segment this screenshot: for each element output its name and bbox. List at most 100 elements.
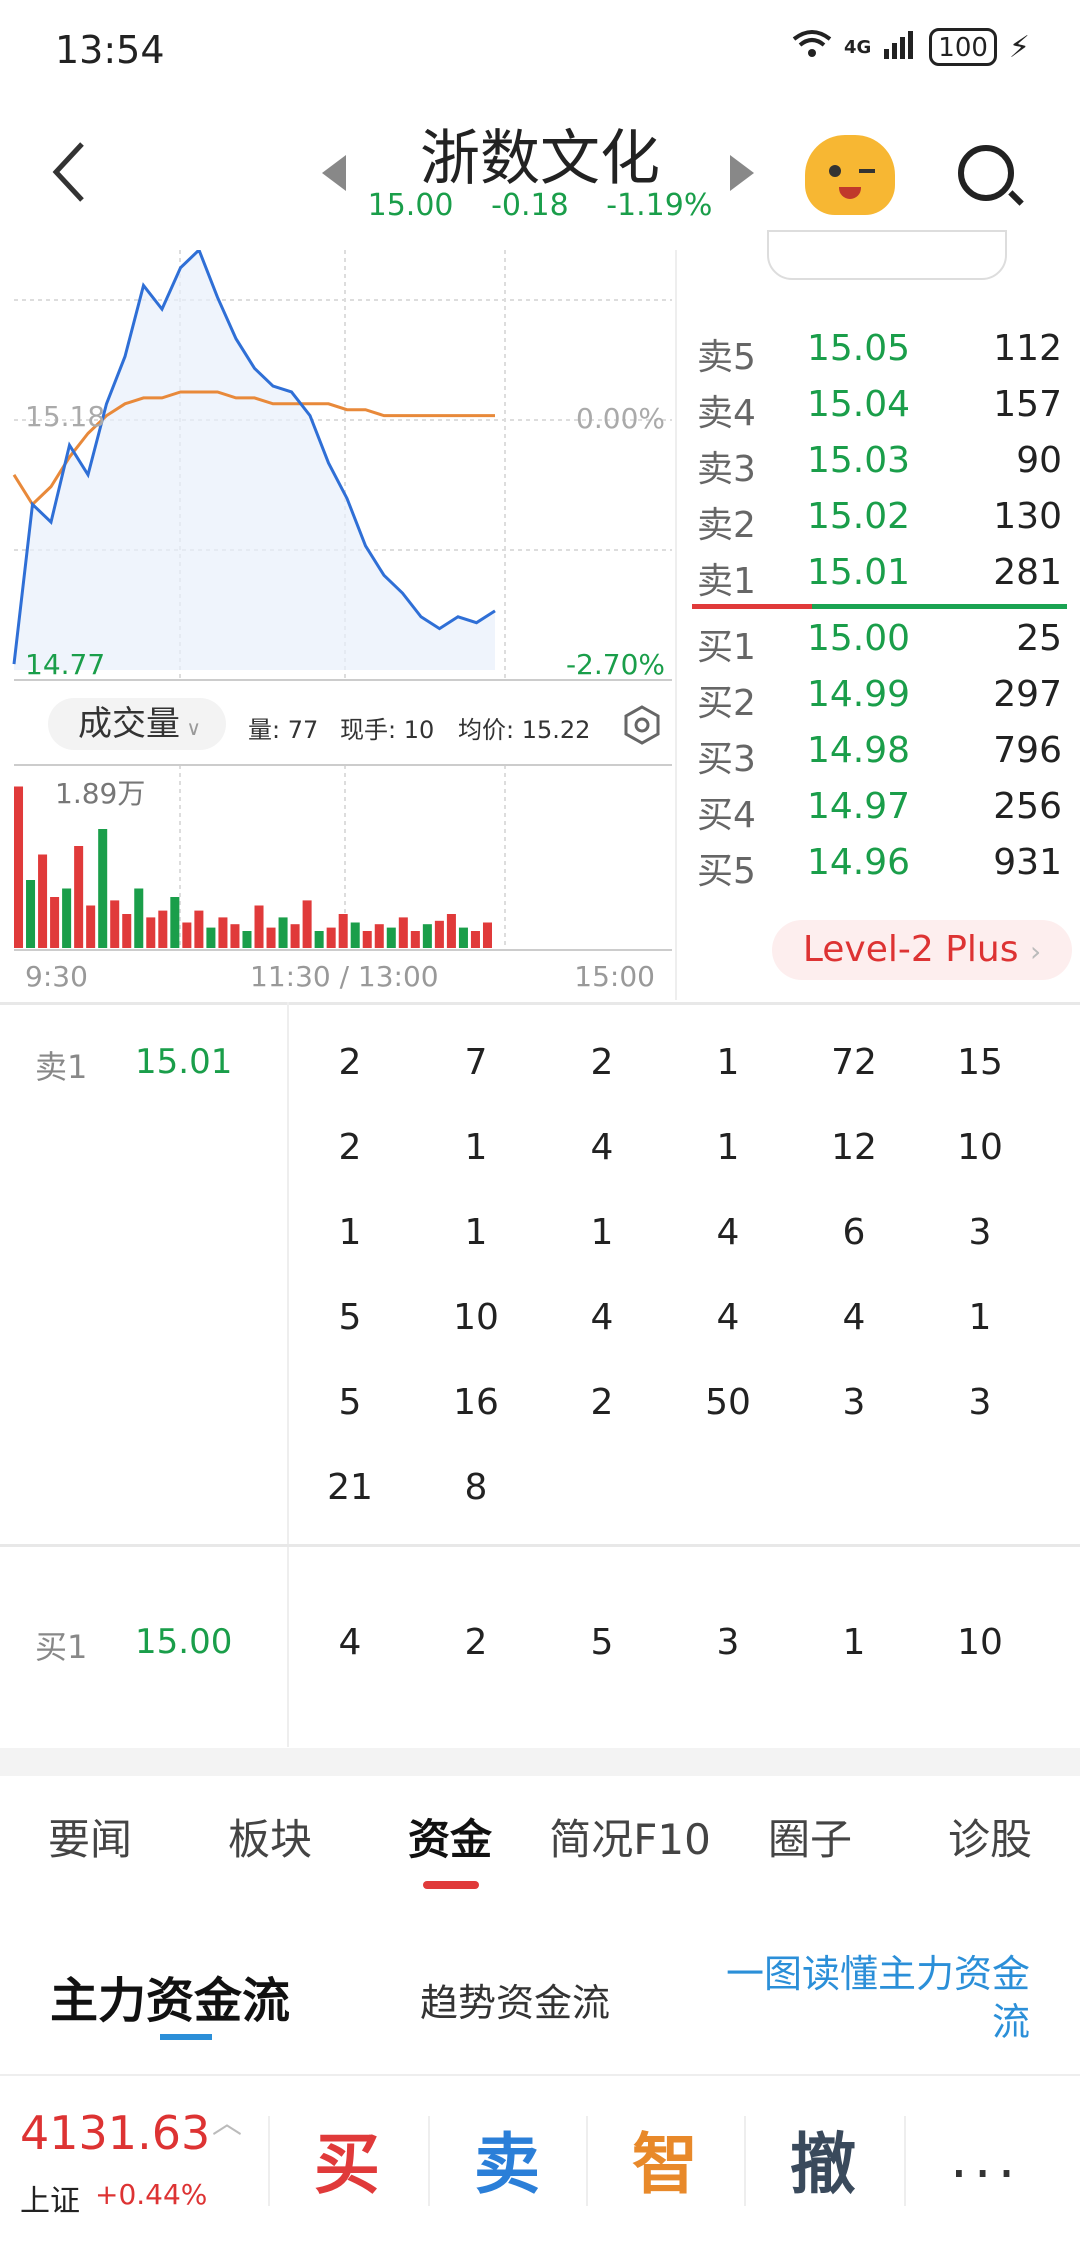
search-icon[interactable]: [958, 145, 1014, 201]
sell-row[interactable]: 卖3 15.03 90: [697, 440, 1077, 496]
sell-row[interactable]: 卖1 15.01 281: [697, 552, 1077, 608]
sell-price: 15.01: [807, 552, 911, 593]
status-time: 13:54: [55, 28, 165, 72]
wifi-icon: [792, 29, 832, 66]
active-tab-indicator: [423, 1881, 479, 1889]
volume-bar: [398, 917, 408, 948]
stock-title: 浙数文化: [420, 124, 660, 194]
tab-diagnosis[interactable]: 诊股: [930, 1806, 1050, 1867]
queue-cell: 10: [957, 1622, 1003, 1663]
volume-bar: [302, 900, 312, 948]
volume-bar: [254, 905, 264, 948]
volume-bar: [38, 854, 48, 948]
y-axis-top-price: 15.18: [25, 400, 106, 433]
tab-funds[interactable]: 资金: [390, 1806, 510, 1867]
volume-selector[interactable]: 成交量 ∨: [48, 698, 226, 750]
bottom-action-bar: 4131.63 ︿ 上证 +0.44% 买 卖 智 撤 ...: [0, 2076, 1080, 2244]
order-book[interactable]: 卖5 15.05 112 卖4 15.04 157 卖3 15.03 90 卖2 15.02 130 卖…: [675, 230, 1080, 1000]
queue-cell: 72: [831, 1042, 877, 1083]
volume-bar: [206, 927, 216, 948]
queue-cell: 3: [842, 1382, 866, 1423]
tab-sector[interactable]: 板块: [210, 1806, 330, 1867]
volume-bar: [278, 917, 288, 948]
time-mid: 11:30 / 13:00: [250, 960, 439, 993]
intraday-chart[interactable]: 15.18 14.77 0.00% -2.70% 成交量 ∨ 量: 77 现手:…: [0, 247, 675, 1000]
cancel-order-button[interactable]: 撤: [748, 2111, 898, 2207]
order-queue: 卖1 15.01 2 7 2 1 72 15 2 1 4 1 12 10 1 1 1 4 6 3 5 10 4 4 4 1 5 1…: [0, 1002, 1080, 1762]
more-icon[interactable]: ...: [950, 2126, 1021, 2191]
time-start: 9:30: [25, 960, 88, 993]
orderbook-tab-switch[interactable]: [767, 230, 1007, 280]
tab-profile[interactable]: 简况F10: [540, 1806, 720, 1867]
index-value[interactable]: 4131.63: [20, 2106, 210, 2160]
smart-button[interactable]: 智: [590, 2111, 740, 2207]
queue-cell: 3: [968, 1382, 992, 1423]
fund-flow-guide-link[interactable]: 一图读懂主力资金流: [690, 1950, 1030, 2046]
index-change-pct: +0.44%: [95, 2178, 208, 2211]
index-name: 上证: [20, 2184, 80, 2219]
volume-bar: [314, 931, 324, 948]
mascot-icon[interactable]: [805, 135, 895, 215]
queue-cell: 15: [957, 1042, 1003, 1083]
chevron-up-icon[interactable]: ︿: [212, 2098, 242, 2142]
buy-row[interactable]: 买3 14.98 796: [697, 730, 1077, 786]
queue-sell-label: 卖1: [35, 1048, 88, 1086]
battery-icon: 100: [929, 28, 997, 66]
buy-price: 14.99: [807, 674, 911, 715]
volume-bar: [482, 922, 492, 948]
volume-bar: [182, 922, 192, 948]
next-stock-icon[interactable]: [730, 155, 754, 191]
queue-cell: 4: [338, 1622, 362, 1663]
sell-label: 卖1: [697, 561, 756, 602]
buy-volume: 256: [993, 786, 1062, 827]
sell-row[interactable]: 卖2 15.02 130: [697, 496, 1077, 552]
buy-row[interactable]: 买2 14.99 297: [697, 674, 1077, 730]
queue-cell: 4: [590, 1297, 614, 1338]
buy-button[interactable]: 买: [272, 2111, 422, 2207]
subtab-trend-flow[interactable]: 趋势资金流: [420, 1972, 610, 2027]
info-tabs: 要闻 板块 资金 简况F10 圈子 诊股: [0, 1776, 1080, 1916]
volume-bar: [74, 846, 84, 948]
volume-hand: 现手: 10: [340, 716, 435, 744]
volume-bar: [458, 927, 468, 948]
y-axis-bottom-pct: -2.70%: [565, 648, 665, 681]
queue-cell: 1: [968, 1297, 992, 1338]
sell-button[interactable]: 卖: [432, 2111, 582, 2207]
settings-icon[interactable]: [622, 705, 662, 745]
tab-circle[interactable]: 圈子: [750, 1806, 870, 1867]
fund-flow-subtabs: 主力资金流 趋势资金流 一图读懂主力资金流: [0, 1916, 1080, 2076]
section-divider: [0, 1748, 1080, 1776]
buy-row[interactable]: 买5 14.96 931: [697, 842, 1077, 898]
volume-bar: [98, 829, 108, 948]
volume-max-label: 1.89万: [55, 777, 146, 810]
queue-cell: 4: [716, 1297, 740, 1338]
time-end: 15:00: [574, 960, 655, 993]
buy-row[interactable]: 买1 15.00 25: [697, 618, 1077, 674]
queue-cell: 2: [338, 1042, 362, 1083]
queue-cell: 21: [327, 1467, 373, 1508]
level2-label: Level-2 Plus: [802, 929, 1019, 970]
buy-sell-ratio-bar: [692, 604, 1067, 609]
subtab-main-flow[interactable]: 主力资金流: [50, 1961, 290, 2031]
queue-cell: 7: [464, 1042, 488, 1083]
volume-bar: [350, 922, 360, 948]
volume-bar: [410, 931, 420, 948]
queue-cell: 10: [453, 1297, 499, 1338]
volume-selector-label: 成交量: [78, 704, 180, 744]
sell-row[interactable]: 卖4 15.04 157: [697, 384, 1077, 440]
queue-buy-price: 15.00: [135, 1622, 233, 1662]
sell-row[interactable]: 卖5 15.05 112: [697, 328, 1077, 384]
volume-bar: [26, 880, 36, 948]
volume-bar: [434, 920, 444, 948]
queue-cell: 4: [842, 1297, 866, 1338]
queue-cell: 6: [842, 1212, 866, 1253]
volume-bar: [446, 914, 456, 948]
buy-row[interactable]: 买4 14.97 256: [697, 786, 1077, 842]
buy-price: 14.96: [807, 842, 911, 883]
level2-plus-button[interactable]: Level-2 Plus ›: [772, 920, 1072, 980]
volume-bar: [134, 888, 144, 948]
queue-cell: 5: [338, 1382, 362, 1423]
y-axis-bottom-price: 14.77: [25, 648, 106, 681]
tab-news[interactable]: 要闻: [30, 1806, 150, 1867]
queue-cell: 5: [590, 1622, 614, 1663]
